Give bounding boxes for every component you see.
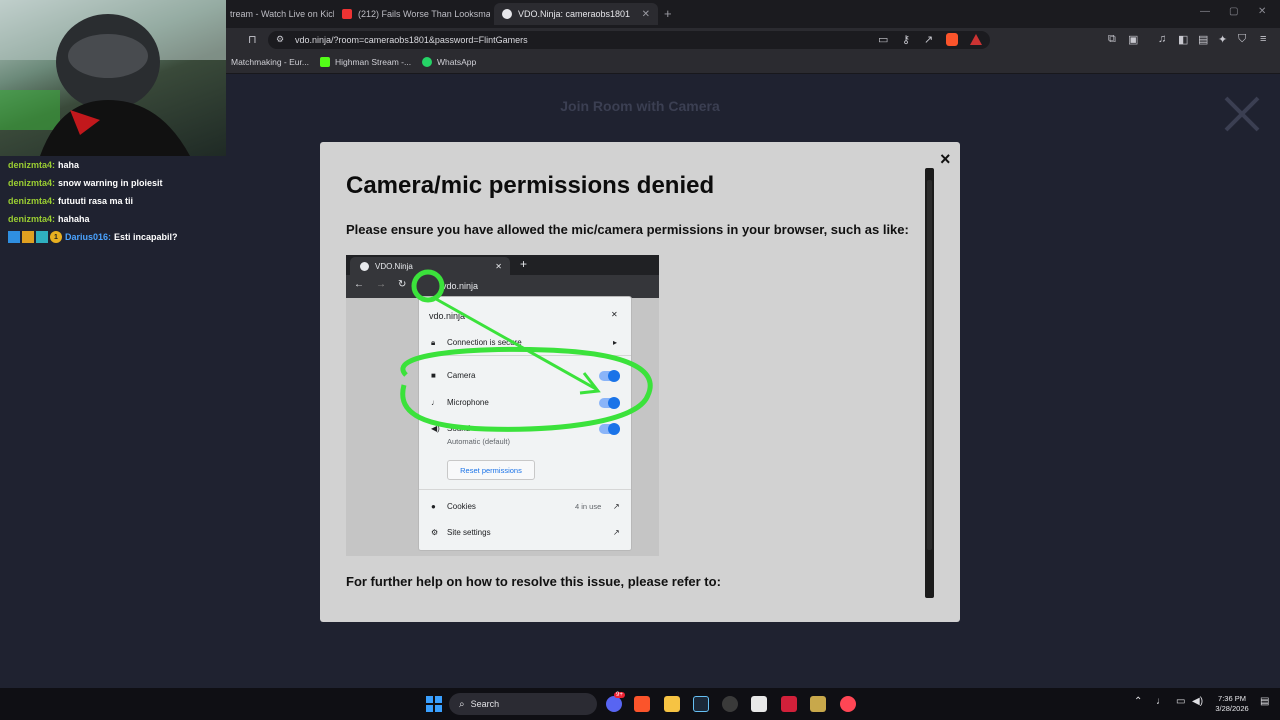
maximize-button[interactable]: ▢ [1229,6,1238,17]
webcam-overlay [0,0,226,156]
site-settings-icon[interactable]: ⚙ [276,34,284,45]
crown-badge-icon [22,231,34,243]
bookmark-highman[interactable]: Highman Stream -... [320,57,411,67]
menu-icon[interactable]: ≡ [1260,33,1266,45]
stream-chat: denizmta4: haha denizmta4: snow warning … [0,156,226,246]
webcam-image [0,0,226,156]
permissions-example-image: VDO.Ninja ✕ + ← → ↻ vdo.ninja vdo.ninja … [346,255,659,556]
brave-rewards-icon[interactable] [970,34,982,45]
new-tab-button[interactable]: + [664,6,672,21]
extensions-icon[interactable]: ⧉ [1108,33,1116,46]
search-icon: ⌕ [459,698,465,710]
badge-icon [36,231,48,243]
bookmark-icon[interactable]: ⊓ [248,33,257,46]
vpn-icon[interactable]: ⛉ [1238,33,1246,46]
whatsapp-icon [422,57,432,67]
tab-kick[interactable]: tream - Watch Live on Kick [222,3,334,25]
brave-shield-icon[interactable] [946,33,958,46]
chat-text: snow warning in ploiesit [58,178,163,188]
cast-icon[interactable]: ▭ [878,33,888,46]
tab-title: VDO.Ninja: cameraobs1801 [518,9,631,19]
discord-badge: 9+ [614,692,625,698]
badge-icon [8,231,20,243]
chat-username: denizmta4: [8,160,56,170]
screenshot-icon[interactable]: ▣ [1128,33,1138,46]
leo-ai-icon[interactable]: ✦ [1218,33,1227,46]
app-icon[interactable] [751,696,767,712]
taskbar-clock[interactable]: 7:36 PM 3/28/2026 [1208,694,1256,714]
sub-badge: 1 [50,231,62,243]
modal-instructions: Please ensure you have allowed the mic/c… [346,222,909,237]
discord-icon[interactable] [606,696,622,712]
chat-message: denizmta4: haha [0,156,226,174]
close-overlay-icon[interactable] [1222,94,1262,134]
chat-username: Darius016: [65,232,112,242]
bookmark-matchmaking[interactable]: Matchmaking - Eur... [231,57,309,67]
minimize-button[interactable]: — [1200,6,1210,17]
url-text[interactable]: vdo.ninja/?room=cameraobs1801&password=F… [295,35,528,45]
youtube-icon [342,9,352,19]
chat-username: denizmta4: [8,196,56,206]
bookmark-label: Matchmaking - Eur... [231,57,309,67]
file-explorer-icon[interactable] [664,696,680,712]
app-icon[interactable] [781,696,797,712]
chat-message: 1 Darius016: Esti incapabil? [0,228,226,246]
music-icon[interactable]: ♫ [1158,33,1166,45]
tab-title: (212) Fails Worse Than Looksmaxxing [358,9,490,19]
notifications-icon[interactable]: ▤ [1260,696,1269,707]
obs-icon[interactable] [722,696,738,712]
chat-text: Esti incapabil? [114,232,178,242]
sidebar-icon[interactable]: ◧ [1178,33,1188,46]
scrollbar-thumb[interactable] [927,180,932,550]
modal-title: Camera/mic permissions denied [346,172,715,199]
league-icon[interactable] [810,696,826,712]
modal-help-text: For further help on how to resolve this … [346,574,721,589]
chat-text: haha [58,160,80,170]
chat-message: denizmta4: hahaha [0,210,226,228]
volume-icon[interactable]: ◀) [1192,696,1203,707]
chat-text: hahaha [58,214,90,224]
tab-youtube[interactable]: (212) Fails Worse Than Looksmaxxing [334,3,490,25]
clock-date: 3/28/2026 [1215,704,1249,713]
microphone-icon[interactable]: ♩ [1156,696,1166,707]
close-tab-icon[interactable]: ✕ [634,9,650,20]
brave-icon[interactable] [634,696,650,712]
close-window-button[interactable]: ✕ [1258,6,1266,17]
chevron-up-icon[interactable]: ⌃ [1134,696,1142,707]
chat-text: futuuti rasa ma tii [58,196,134,206]
chat-username: denizmta4: [8,178,56,188]
chat-message: denizmta4: snow warning in ploiesit [0,174,226,192]
steam-icon[interactable] [693,696,709,712]
wallet-icon[interactable]: ▤ [1198,33,1208,46]
chat-message: denizmta4: futuuti rasa ma tii [0,192,226,210]
key-icon[interactable]: ⚷ [902,33,910,46]
modal-close-button[interactable]: × [940,149,951,170]
network-icon[interactable]: ▭ [1176,696,1185,707]
taskbar-search[interactable]: ⌕ Search [449,693,597,715]
share-icon[interactable]: ↗ [924,33,933,46]
kick-icon [320,57,330,67]
bookmark-label: Highman Stream -... [335,57,412,67]
chat-username: denizmta4: [8,214,56,224]
windows-start-icon[interactable] [426,696,442,712]
clock-time: 7:36 PM [1218,694,1246,703]
bookmark-whatsapp[interactable]: WhatsApp [422,57,476,67]
tab-vdo-ninja[interactable]: VDO.Ninja: cameraobs1801 ✕ [494,3,658,25]
annotation-overlay [400,269,653,432]
riot-icon[interactable] [840,696,856,712]
search-placeholder: Search [470,699,500,709]
bookmark-label: WhatsApp [437,57,477,67]
tab-title: tream - Watch Live on Kick [230,9,334,19]
vdo-ninja-icon [502,9,512,19]
